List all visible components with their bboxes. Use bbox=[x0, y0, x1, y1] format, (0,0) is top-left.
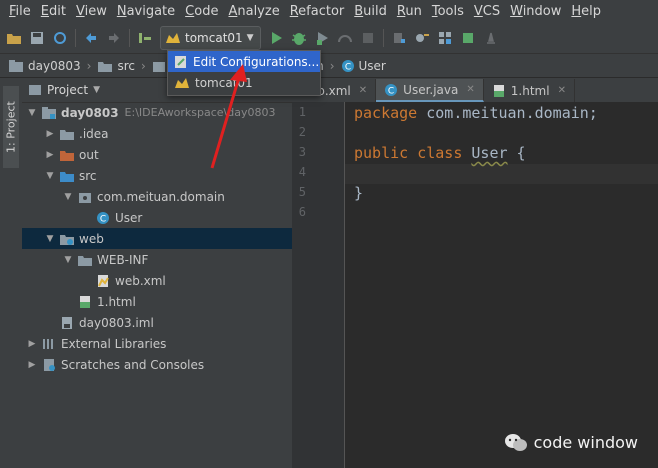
annotation-arrow bbox=[210, 64, 247, 169]
